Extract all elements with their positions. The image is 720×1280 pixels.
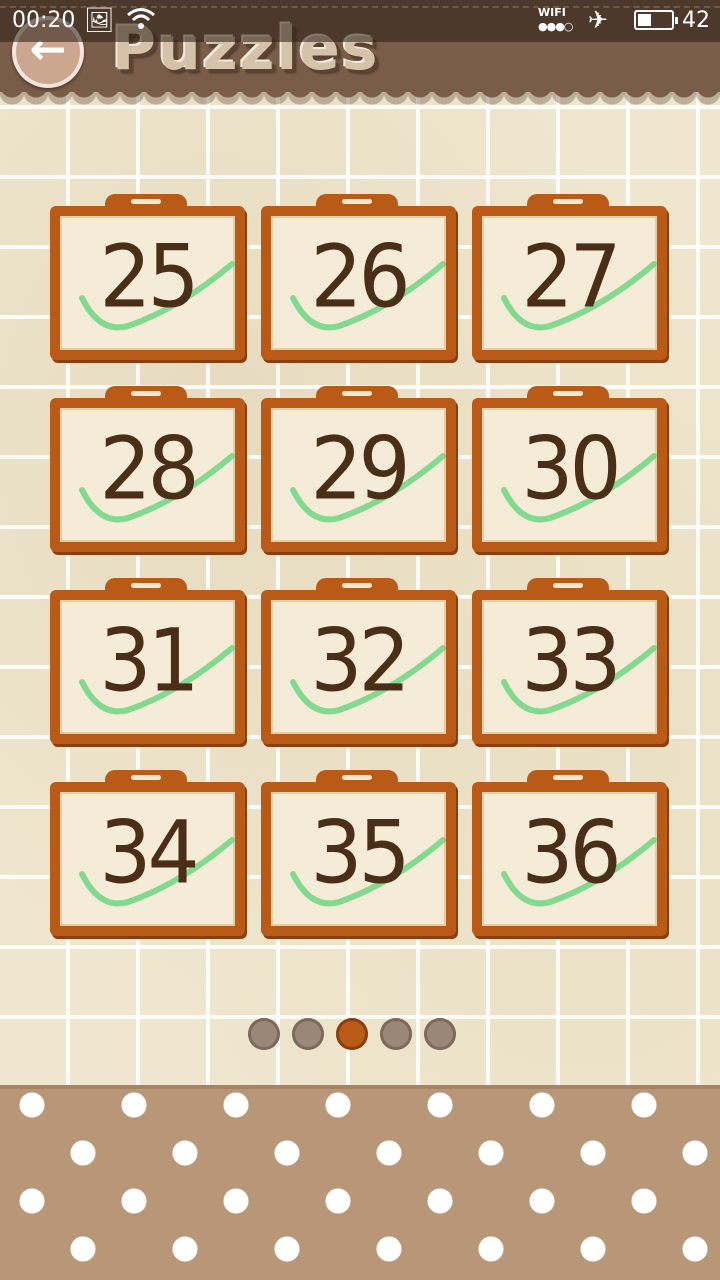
clipboard-board: 34 <box>50 782 245 936</box>
puzzle-number: 32 <box>310 611 410 712</box>
header-scallop-edge <box>0 86 720 110</box>
clipboard-board: 32 <box>261 590 456 744</box>
clipboard-paper: 33 <box>482 600 657 734</box>
page-dot-1[interactable] <box>248 1018 280 1050</box>
puzzle-number: 30 <box>521 419 621 520</box>
battery-fill <box>638 14 651 26</box>
airplane-mode-icon: ✈ <box>588 6 609 34</box>
wifi-label: WIFI <box>538 6 566 19</box>
clipboard-paper: 34 <box>60 792 235 926</box>
page-dot-4[interactable] <box>380 1018 412 1050</box>
clipboard-board: 29 <box>261 398 456 552</box>
clipboard-board: 33 <box>472 590 667 744</box>
puzzle-number: 28 <box>99 419 199 520</box>
clipboard-paper: 32 <box>271 600 446 734</box>
puzzle-card[interactable]: 33 <box>472 578 667 744</box>
page-dot-2[interactable] <box>292 1018 324 1050</box>
page-dot-5[interactable] <box>424 1018 456 1050</box>
clipboard-board: 26 <box>261 206 456 360</box>
puzzle-card[interactable]: 26 <box>261 194 456 360</box>
polka-dot-footer <box>0 1085 720 1280</box>
page-dot-3[interactable] <box>336 1018 368 1050</box>
wifi-strength-icon: ●●●○ <box>538 20 573 33</box>
puzzle-card[interactable]: 34 <box>50 770 245 936</box>
puzzle-card[interactable]: 27 <box>472 194 667 360</box>
puzzle-number: 33 <box>521 611 621 712</box>
clipboard-paper: 26 <box>271 216 446 350</box>
clipboard-board: 25 <box>50 206 245 360</box>
puzzle-number: 29 <box>310 419 410 520</box>
puzzle-number: 31 <box>99 611 199 712</box>
puzzle-card[interactable]: 31 <box>50 578 245 744</box>
puzzle-number: 35 <box>310 803 410 904</box>
clipboard-board: 28 <box>50 398 245 552</box>
clipboard-paper: 28 <box>60 408 235 542</box>
puzzle-number: 25 <box>99 227 199 328</box>
puzzle-card[interactable]: 35 <box>261 770 456 936</box>
puzzle-card[interactable]: 25 <box>50 194 245 360</box>
image-notification-icon: 🖼 <box>84 6 115 34</box>
wifi-signal-icon <box>126 6 156 38</box>
clipboard-paper: 35 <box>271 792 446 926</box>
puzzle-grid: 25 26 27 28 29 30 31 32 33 34 35 36 <box>50 194 668 936</box>
puzzle-number: 36 <box>521 803 621 904</box>
clipboard-board: 35 <box>261 782 456 936</box>
puzzle-number: 34 <box>99 803 199 904</box>
puzzle-card[interactable]: 29 <box>261 386 456 552</box>
puzzle-card[interactable]: 28 <box>50 386 245 552</box>
clipboard-board: 31 <box>50 590 245 744</box>
page-indicator <box>248 1018 456 1050</box>
puzzle-number: 26 <box>310 227 410 328</box>
puzzle-card[interactable]: 30 <box>472 386 667 552</box>
puzzle-card[interactable]: 32 <box>261 578 456 744</box>
clipboard-paper: 30 <box>482 408 657 542</box>
status-bar: 00:20 🖼 WIFI ●●●○ ✈ 42 <box>0 0 720 42</box>
battery-icon <box>634 10 678 30</box>
clipboard-paper: 27 <box>482 216 657 350</box>
clipboard-paper: 31 <box>60 600 235 734</box>
battery-level: 42 <box>682 8 710 33</box>
clipboard-paper: 29 <box>271 408 446 542</box>
status-time: 00:20 <box>12 8 76 33</box>
clipboard-paper: 36 <box>482 792 657 926</box>
clipboard-paper: 25 <box>60 216 235 350</box>
puzzle-card[interactable]: 36 <box>472 770 667 936</box>
puzzle-number: 27 <box>521 227 621 328</box>
clipboard-board: 27 <box>472 206 667 360</box>
clipboard-board: 30 <box>472 398 667 552</box>
clipboard-board: 36 <box>472 782 667 936</box>
